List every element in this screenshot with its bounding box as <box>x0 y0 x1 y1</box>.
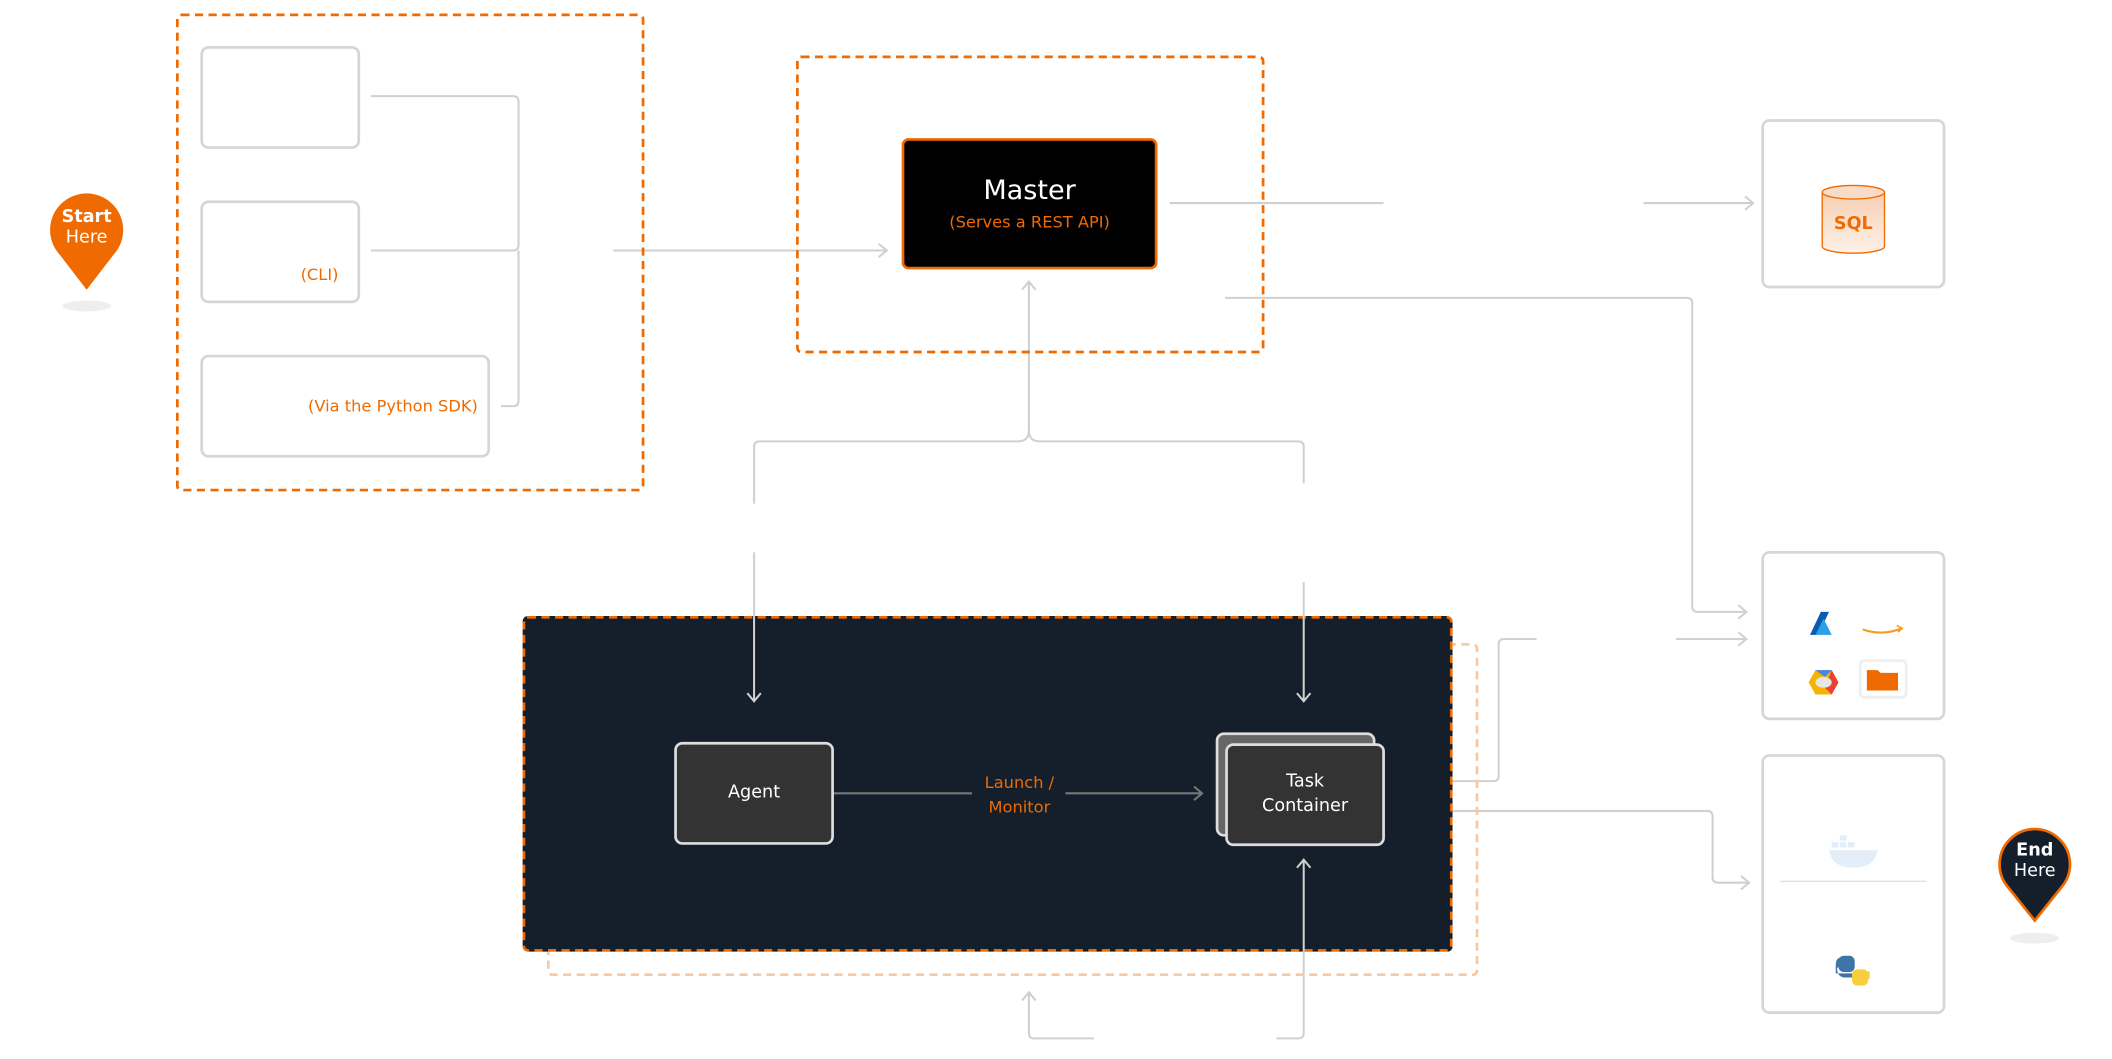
environment-card[interactable] <box>1761 754 1946 1014</box>
launch-monitor-label: Launch / Monitor <box>972 770 1067 819</box>
end-pin: End Here <box>1997 822 2073 947</box>
storage-icons <box>1808 611 1908 699</box>
agent-node[interactable]: Agent <box>674 741 834 845</box>
agent-label: Agent <box>728 782 781 803</box>
task-label-line1: Task <box>1286 771 1325 792</box>
docker-icon <box>1828 835 1878 868</box>
google-cloud-icon <box>1808 670 1839 695</box>
storage-card[interactable] <box>1761 550 1946 721</box>
edge-label-line1: Launch / <box>984 773 1055 792</box>
database-label: SQL <box>1833 213 1873 235</box>
database-card[interactable]: SQL <box>1761 119 1946 289</box>
task-label-line2: Container <box>1262 796 1349 817</box>
architecture-diagram: Start Here (CLI) (Via the Python SDK) Ma… <box>0 0 2112 1059</box>
edge-label-line2: Monitor <box>988 797 1051 817</box>
database-cylinder-icon <box>1821 184 1886 254</box>
amazon-icon <box>1862 624 1904 634</box>
azure-icon <box>1810 611 1832 635</box>
task-container-node[interactable]: Task Container <box>1225 743 1385 847</box>
environment-icons <box>1780 835 1927 986</box>
python-icon <box>1835 955 1870 986</box>
end-pin-line2: Here <box>2013 861 2056 882</box>
end-pin-line1: End <box>2016 840 2054 862</box>
folder-icon <box>1858 659 1908 699</box>
